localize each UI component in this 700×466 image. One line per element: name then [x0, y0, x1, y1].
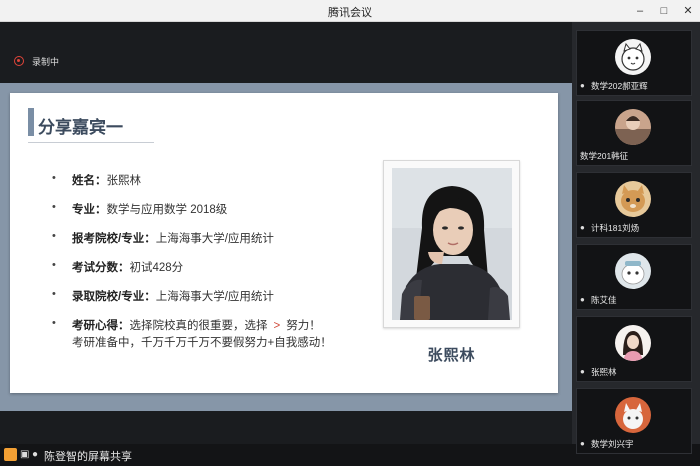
- participant-tile[interactable]: ● 张熙林: [576, 316, 692, 382]
- bullet-value: 选择院校真的很重要，选择: [129, 320, 268, 332]
- bullet-dot: •: [52, 230, 56, 242]
- participant-name: 陈艾佳: [591, 295, 617, 305]
- window-title: 腾讯会议: [328, 7, 372, 19]
- girl-avatar: [615, 325, 651, 361]
- title-underline: [28, 142, 154, 143]
- participant-tile[interactable]: 数学201韩征: [576, 100, 692, 166]
- bullet-value: 初试428分: [129, 262, 184, 274]
- participant-name: 数学201韩征: [580, 151, 629, 161]
- participant-name: 数学202郝亚辉: [591, 81, 648, 91]
- screen-share-label: 陈登智的屏幕共享: [44, 451, 132, 463]
- screen-share-icon[interactable]: ▣: [20, 449, 31, 460]
- bullet-value: 张熙林: [106, 175, 142, 187]
- microphone-icon: ●: [580, 439, 585, 448]
- bullet-value: 上海海事大学/应用统计: [155, 233, 274, 245]
- list-item: • 考研心得：选择院校真的很重要，选择 > 努力！ 考研准备中，千万千万千万不要假努…: [52, 317, 372, 349]
- bullet-value-after: 努力！: [286, 320, 321, 332]
- user-icon[interactable]: [4, 448, 17, 461]
- bullet-dot: •: [52, 317, 56, 329]
- bullet-dot: •: [52, 259, 56, 271]
- bullet-key: 录取院校/专业：: [72, 291, 156, 303]
- cartoon-avatar: [615, 253, 651, 289]
- participant-tile[interactable]: ● 数学202郝亚辉: [576, 30, 692, 96]
- photo-avatar: [615, 109, 651, 145]
- bullet-dot: •: [52, 201, 56, 213]
- guest-photo-frame: [383, 160, 520, 328]
- microphone-icon[interactable]: ●: [32, 449, 43, 460]
- minimize-icon[interactable]: –: [632, 3, 648, 19]
- participant-tile[interactable]: ● 数学刘兴宇: [576, 388, 692, 454]
- guest-name-caption: 张熙林: [427, 347, 476, 364]
- microphone-icon: ●: [580, 295, 585, 304]
- bullet-continuation: 考研准备中，千万千万千万不要假努力+自我感动！: [72, 337, 332, 349]
- participant-name: 数学刘兴宇: [591, 439, 634, 449]
- bullet-key: 考研心得：: [72, 320, 130, 332]
- participant-name: 张熙林: [591, 367, 617, 377]
- bullet-key: 姓名：: [72, 175, 107, 187]
- list-item: • 报考院校/专业：上海海事大学/应用统计: [52, 230, 372, 259]
- bullet-dot: •: [52, 288, 56, 300]
- participant-tile[interactable]: ● 计科181刘炀: [576, 172, 692, 238]
- cat-cartoon-avatar: [615, 397, 651, 433]
- microphone-icon: ●: [580, 223, 585, 232]
- bullet-key: 专业：: [72, 204, 107, 216]
- arrow-symbol: >: [273, 320, 281, 332]
- participant-name: 计科181刘炀: [591, 223, 640, 233]
- bullet-key: 报考院校/专业：: [72, 233, 156, 245]
- cat-avatar: [615, 181, 651, 217]
- microphone-icon: ●: [580, 367, 585, 376]
- bullet-list: • 姓名：张熙林 • 专业：数学与应用数学 2018级 • 报考院校/专业：上海…: [52, 172, 372, 349]
- close-icon[interactable]: ✕: [680, 3, 696, 19]
- bullet-value: 上海海事大学/应用统计: [155, 291, 274, 303]
- list-item: • 姓名：张熙林: [52, 172, 372, 201]
- microphone-icon: ●: [580, 81, 585, 90]
- maximize-icon[interactable]: □: [656, 3, 672, 19]
- guest-photo: [392, 168, 512, 320]
- title-accent-bar: [28, 108, 34, 136]
- bullet-dot: •: [52, 172, 56, 184]
- participant-tile[interactable]: ● 陈艾佳: [576, 244, 692, 310]
- list-item: • 专业：数学与应用数学 2018级: [52, 201, 372, 230]
- bullet-value: 数学与应用数学 2018级: [106, 204, 228, 216]
- recording-label: 录制中: [32, 57, 60, 67]
- slide-title: 分享嘉宾一: [38, 118, 123, 137]
- participant-sidebar: ● 数学202郝亚辉 数学201韩征 ● 计科181刘炀 ● 陈艾佳 ● 张熙林…: [572, 22, 700, 454]
- cartoon-cat-avatar: [615, 39, 651, 75]
- list-item: • 考试分数：初试428分: [52, 259, 372, 288]
- list-item: • 录取院校/专业：上海海事大学/应用统计: [52, 288, 372, 317]
- bullet-key: 考试分数：: [72, 262, 130, 274]
- record-icon: [14, 56, 24, 66]
- title-bar: 腾讯会议 – □ ✕: [0, 0, 700, 22]
- presentation-slide: 分享嘉宾一 • 姓名：张熙林 • 专业：数学与应用数学 2018级 • 报考院校…: [10, 93, 558, 393]
